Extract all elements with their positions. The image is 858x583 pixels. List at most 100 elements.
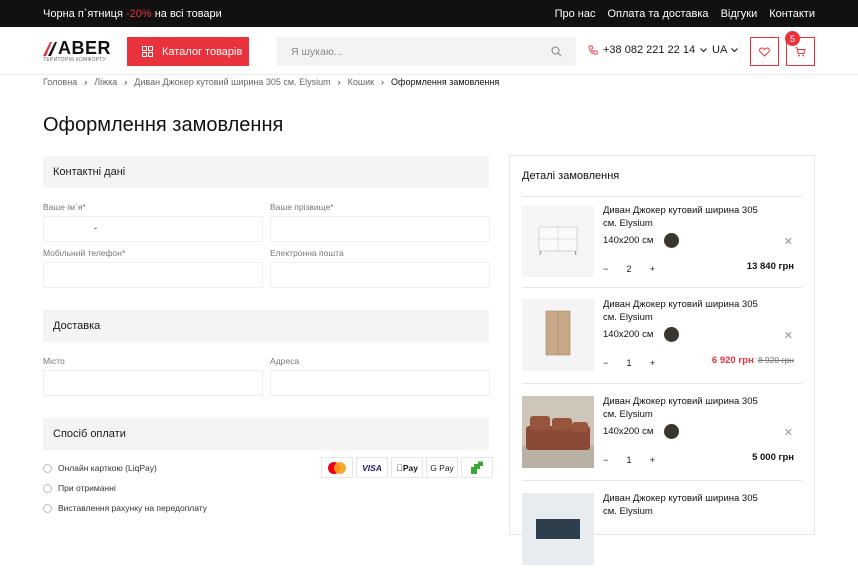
logo-brand: ABER: [58, 38, 112, 58]
phone-link[interactable]: +38 082 221 22 14: [588, 44, 707, 56]
radio-button[interactable]: [43, 483, 52, 493]
apple-icon: : [396, 463, 403, 473]
order-item: Диван Джокер кутовий ширина 305 см. Elys…: [522, 299, 806, 389]
top-link-about[interactable]: Про нас: [555, 8, 596, 20]
catalog-button[interactable]: Каталог товарів: [127, 37, 249, 66]
product-image[interactable]: [522, 396, 594, 468]
breadcrumb: Головна › Ліжка › Диван Джокер кутовий ш…: [43, 77, 499, 87]
color-swatch: [664, 424, 679, 439]
plus-icon[interactable]: +: [650, 264, 655, 274]
top-link-payment-delivery[interactable]: Оплата та доставка: [607, 8, 708, 20]
quantity-stepper: − 1 +: [603, 354, 655, 372]
google-pay-logo-icon: G Pay: [426, 457, 458, 478]
email-field[interactable]: [270, 262, 490, 288]
price-value: 13 840 грн: [746, 261, 794, 272]
product-size: 140х200 см: [603, 329, 654, 340]
logo-tagline: ТЕРИТОРІЯ КОМФОРТУ: [43, 57, 107, 63]
top-link-reviews[interactable]: Відгуки: [721, 8, 758, 20]
radio-button[interactable]: [43, 463, 52, 473]
logo[interactable]: ABER ТЕРИТОРІЯ КОМФОРТУ: [43, 38, 117, 64]
visa-logo-icon: VISA: [356, 457, 388, 478]
privatbank-logo-icon: [461, 457, 493, 478]
phone-icon: [588, 45, 598, 55]
product-name[interactable]: Диван Джокер кутовий ширина 305 см. Elys…: [603, 493, 773, 518]
product-size: 140х200 см: [603, 426, 654, 437]
breadcrumb-beds[interactable]: Ліжка: [94, 77, 117, 87]
product-image[interactable]: [522, 299, 594, 371]
breadcrumb-home[interactable]: Головна: [43, 77, 77, 87]
product-price: 13 840 грн: [747, 261, 794, 272]
chevron-down-icon: [700, 47, 707, 52]
payment-option-cod[interactable]: При отриманні: [43, 483, 116, 493]
plus-icon[interactable]: +: [650, 455, 655, 465]
first-name-value: -: [94, 223, 97, 233]
minus-icon[interactable]: −: [603, 358, 608, 368]
delivery-section-header: Доставка: [43, 310, 489, 342]
address-label: Адреса: [270, 356, 300, 366]
apple-pay-label: Pay: [399, 462, 418, 473]
mastercard-logo-icon: [321, 457, 353, 478]
wishlist-button[interactable]: [750, 37, 779, 66]
site-header: ABER ТЕРИТОРІЯ КОМФОРТУ Каталог товарів …: [0, 27, 858, 75]
product-image[interactable]: [522, 205, 594, 277]
product-image[interactable]: [522, 493, 594, 565]
product-name[interactable]: Диван Джокер кутовий ширина 305 см. Elys…: [603, 396, 773, 421]
product-size: 140х200 см: [603, 235, 654, 246]
old-price: 8 920 грн: [757, 355, 794, 365]
chevron-right-icon: ›: [337, 77, 341, 87]
minus-icon[interactable]: −: [603, 264, 608, 274]
email-label: Електронна пошта: [270, 248, 344, 258]
quantity-value[interactable]: 2: [626, 264, 631, 274]
payment-section-header: Спосіб оплати: [43, 418, 489, 450]
contact-section-header: Контактні дані: [43, 156, 489, 188]
heart-icon: [759, 47, 770, 57]
page-title: Оформлення замовлення: [43, 114, 284, 136]
top-nav: Про нас Оплата та доставка Відгуки Конта…: [555, 8, 815, 20]
grid-icon: [142, 46, 153, 57]
payment-logos: VISA Pay G Pay: [321, 457, 493, 478]
radio-button[interactable]: [43, 503, 52, 513]
promo-banner: Чорна п`ятниця -20% на всі товари: [43, 8, 222, 20]
close-icon[interactable]: ✕: [784, 426, 793, 439]
color-swatch: [664, 233, 679, 248]
first-name-label: Ваше ім`я*: [43, 202, 86, 212]
divider: [522, 383, 802, 384]
sale-price: 6 920 грн: [711, 355, 754, 366]
breadcrumb-product[interactable]: Диван Джокер кутовий ширина 305 см. Elys…: [134, 77, 330, 87]
payment-option-invoice[interactable]: Виставлення рахунку на передоплату: [43, 503, 207, 513]
divider: [522, 287, 802, 288]
search-input[interactable]: Я шукаю...: [277, 37, 576, 66]
top-bar: Чорна п`ятниця -20% на всі товари Про на…: [0, 0, 858, 27]
product-price: 6 920 грн 8 920 грн: [712, 355, 794, 366]
product-name[interactable]: Диван Джокер кутовий ширина 305 см. Elys…: [603, 299, 773, 324]
breadcrumb-current: Оформлення замовлення: [391, 77, 500, 87]
quantity-value[interactable]: 1: [626, 358, 631, 368]
city-field[interactable]: [43, 370, 263, 396]
promo-tail: на всі товари: [151, 8, 222, 20]
plus-icon[interactable]: +: [650, 358, 655, 368]
cart-icon: [795, 46, 806, 56]
last-name-field[interactable]: [270, 216, 490, 242]
close-icon[interactable]: ✕: [784, 235, 793, 248]
quantity-value[interactable]: 1: [626, 455, 631, 465]
payment-option-liqpay[interactable]: Онлайн карткою (LiqPay): [43, 463, 157, 473]
search-icon[interactable]: [551, 46, 562, 57]
apple-pay-logo-icon: Pay: [391, 457, 423, 478]
top-link-contacts[interactable]: Контакти: [769, 8, 815, 20]
address-field[interactable]: [270, 370, 490, 396]
phone-field[interactable]: [43, 262, 263, 288]
quantity-stepper: − 1 +: [603, 451, 655, 469]
breadcrumb-cart[interactable]: Кошик: [348, 77, 374, 87]
order-details-title: Деталі замовлення: [522, 170, 620, 182]
city-label: Місто: [43, 356, 65, 366]
product-name[interactable]: Диван Джокер кутовий ширина 305 см. Elys…: [603, 205, 773, 230]
order-item: Диван Джокер кутовий ширина 305 см. Elys…: [522, 396, 806, 486]
first-name-field[interactable]: -: [43, 216, 263, 242]
phone-number: +38 082 221 22 14: [603, 44, 696, 56]
logo-mark-icon: [43, 42, 57, 56]
minus-icon[interactable]: −: [603, 455, 608, 465]
chevron-right-icon: ›: [84, 77, 88, 87]
promo-discount: -20%: [125, 8, 152, 20]
language-select[interactable]: UA: [712, 44, 739, 56]
close-icon[interactable]: ✕: [784, 329, 793, 342]
